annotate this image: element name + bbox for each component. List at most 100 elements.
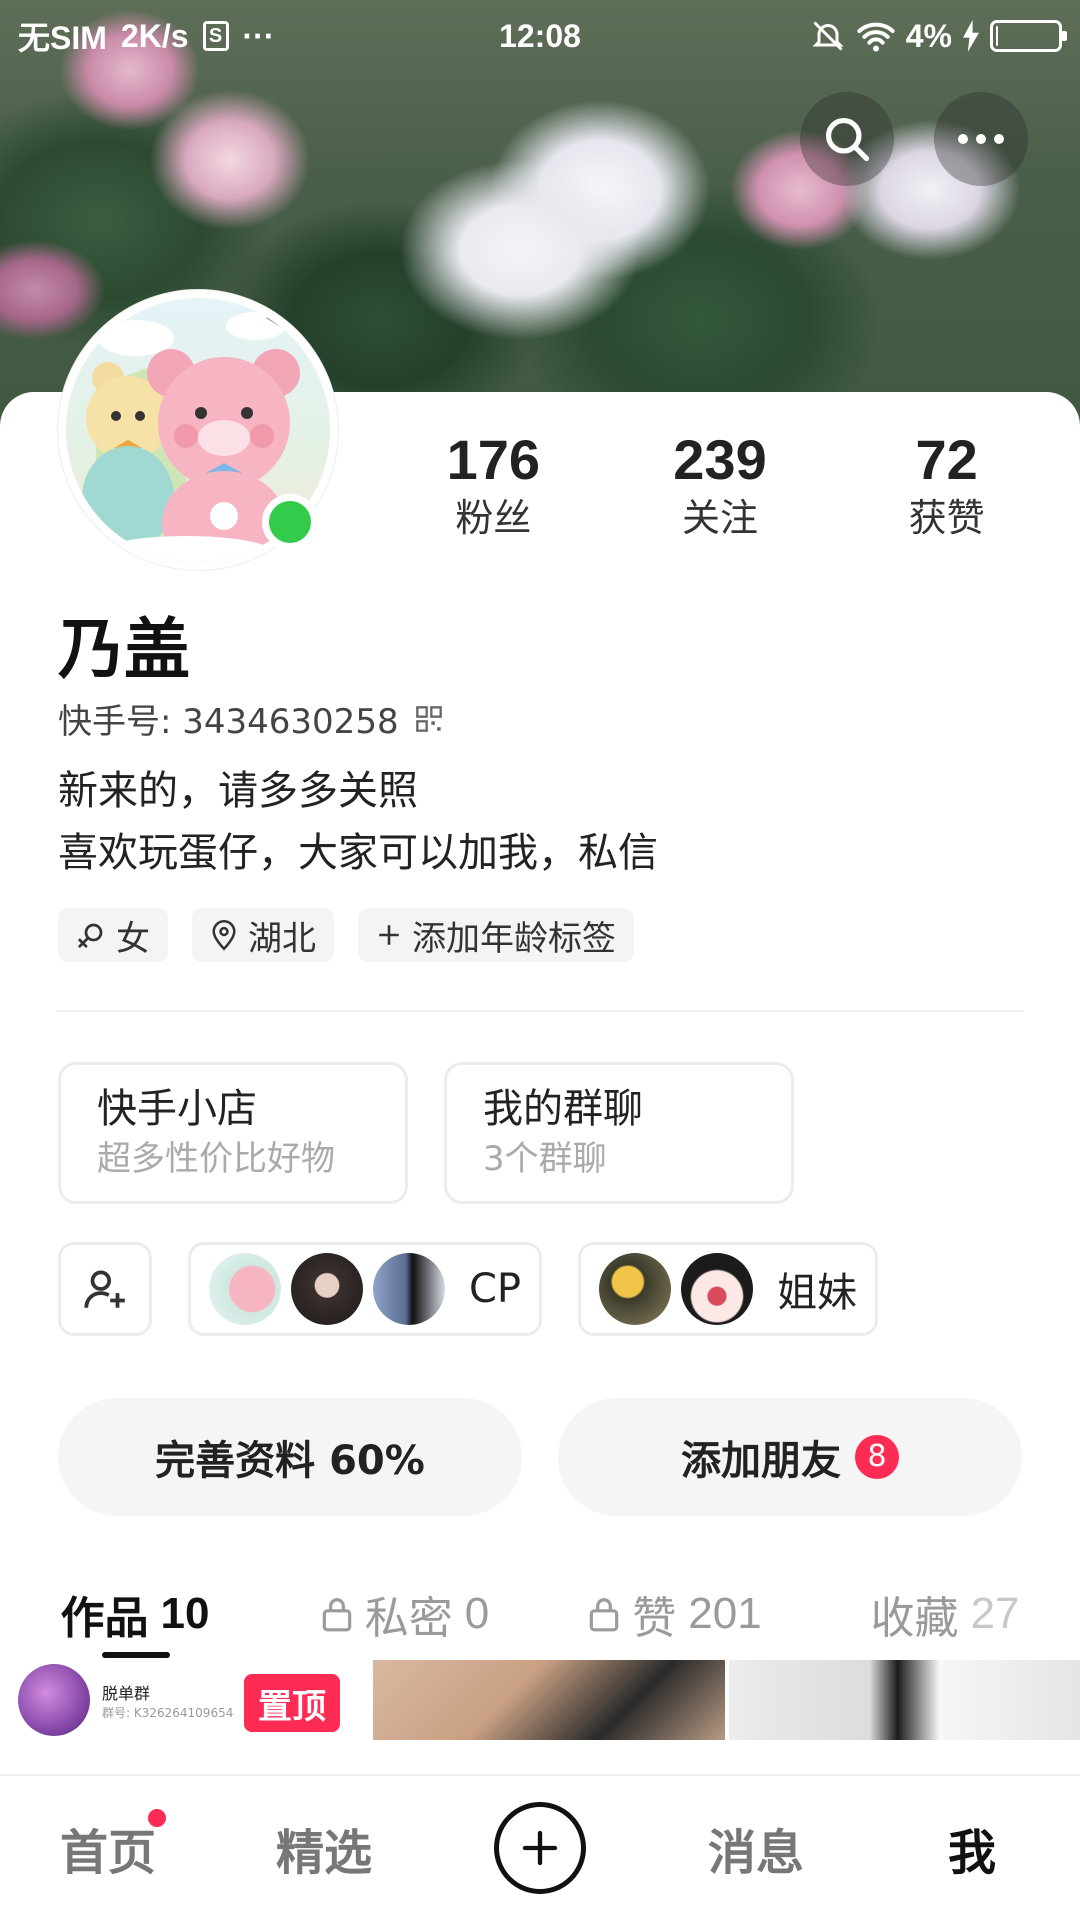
tab-likes[interactable]: 赞 201 [540,1582,810,1646]
more-dots-icon [958,134,1004,144]
work-item-pinned[interactable]: 脱单群 群号: K326264109654 置顶 [0,1660,370,1740]
plus-icon [522,1830,558,1866]
sisters-avatar-2 [681,1253,754,1325]
network-speed: 2K/s [120,17,189,54]
lock-icon [322,1598,351,1632]
tab-works-label: 作品 [60,1593,149,1644]
group-avatar [18,1664,90,1736]
wifi-icon [857,22,895,52]
followers-stat[interactable]: 176 粉丝 [380,428,607,544]
nav-messages-label: 消息 [707,1825,804,1881]
following-count: 239 [673,428,767,491]
profile-stats: 176 粉丝 239 关注 72 获赞 [380,428,1060,544]
search-icon [825,117,870,162]
add-age-label: 添加年龄标签 [412,918,616,959]
following-stat[interactable]: 239 关注 [607,428,834,544]
kwai-id-text: 快手号: 3434630258 [58,702,399,742]
more-button[interactable] [934,92,1028,186]
sisters-avatar-1 [599,1253,672,1325]
sisters-group[interactable]: 姐妹 [578,1242,879,1336]
more-notifications-icon: ··· [242,17,275,54]
tab-active-indicator [102,1652,170,1658]
nav-messages[interactable]: 消息 [648,1813,864,1883]
works-grid: 脱单群 群号: K326264109654 置顶 [0,1660,1080,1740]
qr-code-icon [415,705,442,732]
female-icon [78,923,103,948]
search-button[interactable] [800,92,894,186]
tab-likes-count: 201 [688,1589,762,1638]
likes-label: 获赞 [908,496,985,540]
cp-label: CP [469,1266,522,1312]
kwai-shop-card[interactable]: 快手小店 超多性价比好物 [58,1062,408,1204]
cp-avatar-1 [209,1253,281,1325]
pinned-badge: 置顶 [244,1674,340,1732]
kwai-shop-title: 快手小店 [97,1086,257,1132]
location-label: 湖北 [248,918,316,959]
status-bar: 无SIM 2K/s S ··· 12:08 4% [0,0,1080,72]
tab-private-label: 私密 [364,1593,453,1644]
carrier-text: 无SIM [18,20,107,56]
create-button[interactable] [494,1802,586,1894]
add-relationship-button[interactable] [58,1242,152,1336]
kwai-shop-sub: 超多性价比好物 [97,1139,335,1179]
add-friends-badge: 8 [855,1435,899,1479]
group-info: 脱单群 群号: K326264109654 [102,1680,233,1721]
nav-home-label: 首页 [59,1825,156,1881]
tab-works[interactable]: 作品 10 [0,1582,270,1646]
tab-works-count: 10 [160,1589,210,1638]
add-age-tag[interactable]: 添加年龄标签 [358,908,634,962]
battery-percent: 4% [905,17,952,54]
cp-avatar-3 [373,1253,445,1325]
nav-featured[interactable]: 精选 [216,1813,432,1883]
kwai-id-row[interactable]: 快手号: 3434630258 [58,694,443,743]
gender-tag[interactable]: 女 [58,908,168,962]
work-item[interactable] [728,1660,1080,1740]
cp-avatar-2 [291,1253,363,1325]
home-notification-dot [148,1809,166,1827]
profile-tags: 女 湖北 添加年龄标签 [58,908,634,962]
followers-count: 176 [446,428,541,491]
tab-private-count: 0 [464,1589,490,1638]
feature-cards: 快手小店 超多性价比好物 我的群聊 3个群聊 [58,1062,794,1204]
my-groups-sub: 3个群聊 [483,1139,607,1179]
group-number: 群号: K326264109654 [102,1705,234,1720]
location-tag[interactable]: 湖北 [192,908,334,962]
group-title: 脱单群 [102,1683,151,1703]
charging-icon [963,20,979,52]
nav-me-label: 我 [947,1825,996,1881]
mute-bell-icon [812,21,844,51]
add-user-icon [84,1270,125,1308]
location-pin-icon [212,920,236,951]
tab-likes-label: 赞 [632,1593,677,1644]
likes-count: 72 [915,428,978,491]
nav-me[interactable]: 我 [864,1813,1080,1883]
profile-bio[interactable]: 新来的，请多多关照 喜欢玩蛋仔，大家可以加我，私信 [58,760,658,884]
online-status-dot [262,494,318,550]
work-item[interactable] [373,1660,725,1740]
tab-favorites[interactable]: 收藏 27 [810,1582,1080,1646]
nav-create[interactable] [432,1802,648,1894]
clock: 12:08 [499,17,581,54]
likes-stat[interactable]: 72 获赞 [833,428,1060,544]
gender-label: 女 [116,918,150,959]
divider [56,1010,1024,1012]
tab-favorites-label: 收藏 [870,1593,959,1644]
add-friends-button[interactable]: 添加朋友 8 [558,1398,1022,1516]
profile-actions: 完善资料 60% 添加朋友 8 [58,1398,1022,1516]
content-tabs: 作品 10 私密 0 赞 201 收藏 27 [0,1566,1080,1662]
followers-label: 粉丝 [455,496,532,540]
bio-line-2: 喜欢玩蛋仔，大家可以加我，私信 [58,830,658,876]
tab-private[interactable]: 私密 0 [270,1582,540,1646]
my-groups-card[interactable]: 我的群聊 3个群聊 [444,1062,794,1204]
bottom-navigation: 首页 精选 消息 我 [0,1774,1080,1920]
nav-featured-label: 精选 [275,1825,372,1881]
add-friends-label: 添加朋友 [681,1438,841,1484]
cp-group[interactable]: CP [188,1242,543,1336]
my-groups-title: 我的群聊 [483,1086,643,1132]
complete-profile-button[interactable]: 完善资料 60% [58,1398,522,1516]
bio-line-1: 新来的，请多多关照 [58,768,418,814]
battery-icon [990,20,1067,52]
complete-profile-label: 完善资料 60% [155,1438,425,1484]
nav-home[interactable]: 首页 [0,1809,216,1883]
profile-name: 乃盖 [58,611,190,688]
